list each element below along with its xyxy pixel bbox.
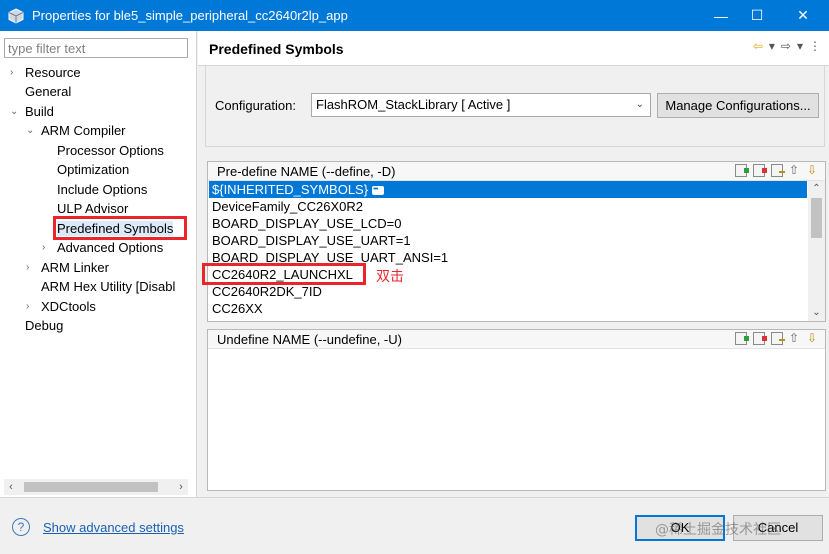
- chevron-right-icon[interactable]: ›: [10, 63, 20, 82]
- tree-item-label: ULP Advisor: [57, 201, 129, 216]
- tree-item-resource[interactable]: › Resource: [10, 63, 81, 82]
- predefine-vertical-scrollbar[interactable]: ⌃ ⌄: [808, 181, 825, 321]
- configuration-select[interactable]: FlashROM_StackLibrary [ Active ] ⌄: [311, 93, 651, 117]
- filter-input[interactable]: [4, 38, 188, 58]
- chevron-down-icon[interactable]: ⌄: [10, 102, 20, 121]
- scroll-left-icon[interactable]: ‹: [4, 479, 18, 495]
- list-item[interactable]: DeviceFamily_CC26X0R2: [209, 198, 807, 215]
- chevron-down-icon[interactable]: ⌄: [26, 121, 36, 140]
- tree-item-label: Processor Options: [57, 143, 164, 158]
- history-nav: ⇦ ▾ ⇨ ▾ ⋮: [753, 39, 821, 53]
- list-item[interactable]: BOARD_DISPLAY_USE_UART=1: [209, 232, 807, 249]
- page-title: Predefined Symbols: [209, 41, 344, 57]
- configuration-label: Configuration:: [215, 98, 296, 113]
- undefine-toolbar: ⇧ ⇩: [735, 332, 819, 345]
- tree-item-label: Advanced Options: [57, 240, 164, 255]
- scroll-right-icon[interactable]: ›: [174, 479, 188, 495]
- tree-item-optimization[interactable]: Optimization: [57, 160, 129, 179]
- scroll-up-icon[interactable]: ⌃: [808, 181, 825, 197]
- move-up-icon[interactable]: ⇧: [789, 332, 801, 345]
- edit-icon[interactable]: [771, 164, 785, 177]
- tree-item-label: ARM Compiler: [41, 123, 126, 138]
- close-icon[interactable]: ✕: [785, 0, 821, 31]
- tree-item-arm-hex-utility[interactable]: ARM Hex Utility [Disabl: [26, 277, 175, 296]
- scrollbar-thumb[interactable]: [811, 198, 822, 238]
- more-options-icon[interactable]: [372, 181, 385, 198]
- tree-item-label: Debug: [25, 318, 64, 333]
- tree-item-general[interactable]: General: [10, 82, 71, 101]
- tree-item-label: ARM Hex Utility [Disabl: [41, 279, 176, 294]
- undefine-title: Undefine NAME (--undefine, -U): [217, 332, 402, 347]
- chevron-down-icon: ⌄: [635, 99, 644, 110]
- chevron-right-icon[interactable]: ›: [42, 238, 52, 257]
- tree-item-advanced-options[interactable]: › Advanced Options: [42, 238, 163, 257]
- highlight-box-predefined-symbols: [53, 216, 187, 240]
- undefine-group: Undefine NAME (--undefine, -U) ⇧ ⇩: [207, 329, 826, 491]
- list-item[interactable]: CC2640R2DK_7ID: [209, 283, 807, 300]
- tree-item-label: Include Options: [57, 182, 148, 197]
- tree-item-label: Optimization: [57, 162, 130, 177]
- chevron-right-icon[interactable]: ›: [26, 258, 36, 277]
- tree-item-label: XDCtools: [41, 299, 96, 314]
- configuration-value: FlashROM_StackLibrary [ Active ]: [316, 97, 511, 112]
- annotation-text: 双击: [376, 269, 404, 285]
- dialog-footer: ? Show advanced settings OK Cancel @稀土掘金…: [0, 497, 829, 554]
- list-item-text: ${INHERITED_SYMBOLS}: [212, 182, 369, 197]
- delete-icon[interactable]: [753, 164, 767, 177]
- view-menu-icon[interactable]: ⋮: [809, 39, 821, 53]
- tree-item-arm-linker[interactable]: › ARM Linker: [26, 258, 109, 277]
- tree-item-arm-compiler[interactable]: ⌄ ARM Compiler: [26, 121, 126, 140]
- list-item[interactable]: ${INHERITED_SYMBOLS}: [209, 181, 807, 198]
- tree-item-label: Resource: [25, 65, 81, 80]
- list-item[interactable]: CC26XX: [209, 300, 807, 317]
- list-item-text: CC26XX: [212, 301, 263, 316]
- scroll-down-icon[interactable]: ⌄: [808, 305, 825, 321]
- predefine-header: Pre-define NAME (--define, -D) ⇧ ⇩: [208, 162, 825, 181]
- manage-configurations-button[interactable]: Manage Configurations...: [657, 93, 819, 118]
- predefine-toolbar: ⇧ ⇩: [735, 164, 819, 177]
- list-item-text: BOARD_DISPLAY_USE_UART=1: [212, 233, 411, 248]
- back-menu-icon[interactable]: ▾: [769, 39, 775, 53]
- title-bar: Properties for ble5_simple_peripheral_cc…: [0, 0, 829, 31]
- window-title: Properties for ble5_simple_peripheral_cc…: [32, 8, 348, 23]
- maximize-icon[interactable]: ☐: [739, 0, 775, 31]
- list-item-text: DeviceFamily_CC26X0R2: [212, 199, 363, 214]
- scrollbar-thumb[interactable]: [24, 482, 158, 492]
- highlight-box-launchxl: [202, 263, 366, 285]
- list-item-text: BOARD_DISPLAY_USE_LCD=0: [212, 216, 402, 231]
- undefine-header: Undefine NAME (--undefine, -U) ⇧ ⇩: [208, 330, 825, 349]
- move-up-icon[interactable]: ⇧: [789, 164, 801, 177]
- list-item[interactable]: BOARD_DISPLAY_USE_LCD=0: [209, 215, 807, 232]
- tree-item-label: General: [25, 84, 72, 99]
- chevron-right-icon[interactable]: ›: [26, 297, 36, 316]
- move-down-icon[interactable]: ⇩: [807, 164, 819, 177]
- tree-item-debug[interactable]: Debug: [10, 316, 63, 335]
- edit-icon[interactable]: [771, 332, 785, 345]
- list-item-text: CC2640R2DK_7ID: [212, 284, 322, 299]
- delete-icon[interactable]: [753, 332, 767, 345]
- tree-item-processor-options[interactable]: Processor Options: [57, 141, 164, 160]
- tree-item-build[interactable]: ⌄ Build: [10, 102, 54, 121]
- category-tree-panel: › Resource General ⌄ Build ⌄ ARM Compile…: [0, 31, 197, 497]
- tree-item-include-options[interactable]: Include Options: [57, 180, 147, 199]
- tree-item-label: Build: [25, 104, 54, 119]
- predefine-group: Pre-define NAME (--define, -D) ⇧ ⇩ ${INH…: [207, 161, 826, 322]
- page-header: Predefined Symbols ⇦ ▾ ⇨ ▾ ⋮: [198, 31, 829, 66]
- predefine-title: Pre-define NAME (--define, -D): [217, 164, 396, 179]
- question-icon[interactable]: ?: [12, 518, 30, 536]
- back-arrow-icon[interactable]: ⇦: [753, 39, 763, 53]
- show-advanced-settings-link[interactable]: Show advanced settings: [43, 520, 184, 535]
- watermark: @稀土掘金技术社区: [655, 522, 781, 538]
- forward-menu-icon[interactable]: ▾: [797, 39, 803, 53]
- add-icon[interactable]: [735, 164, 749, 177]
- forward-arrow-icon[interactable]: ⇨: [781, 39, 791, 53]
- tree-item-label: ARM Linker: [41, 260, 109, 275]
- app-cube-icon: [8, 7, 24, 24]
- tree-item-xdctools[interactable]: › XDCtools: [26, 297, 96, 316]
- move-down-icon[interactable]: ⇩: [807, 332, 819, 345]
- minimize-icon[interactable]: —: [703, 0, 739, 31]
- tree-horizontal-scrollbar[interactable]: ‹ ›: [4, 479, 188, 495]
- add-icon[interactable]: [735, 332, 749, 345]
